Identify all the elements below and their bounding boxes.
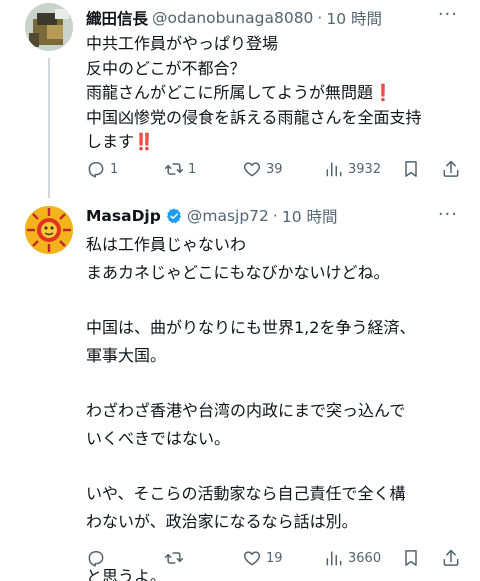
timestamp[interactable]: 10 時間 — [326, 7, 382, 29]
reply-icon — [88, 551, 104, 567]
display-name[interactable]: 織田信長 — [86, 7, 148, 29]
views-count: 3660 — [348, 550, 382, 566]
share-button[interactable] — [441, 547, 461, 569]
reply-button[interactable]: 1 — [86, 158, 118, 180]
like-icon — [243, 551, 261, 566]
tweet-text: 私は工作員じゃないわ まあカネじゃどこにもなびかないけどね。 中国は、曲がりなり… — [86, 231, 462, 581]
tweet-line: 反中のどこが不都合？ — [86, 58, 246, 78]
like-icon — [243, 162, 261, 177]
timestamp[interactable]: 10 時間 — [282, 205, 338, 227]
tweet-line — [86, 453, 462, 481]
views-count: 3932 — [348, 161, 382, 177]
thread-line — [48, 58, 50, 198]
reply-button[interactable] — [86, 547, 110, 569]
tweet-line — [86, 286, 462, 314]
views-icon — [326, 551, 342, 566]
like-button[interactable]: 19 — [242, 547, 283, 569]
tweet-line: 中共工作員がやっぱり登場 — [86, 34, 279, 53]
tweet[interactable]: 織田信長 @odanobunaga8080 · 10 時間 ··· 中共工作員が… — [0, 0, 480, 198]
like-count: 39 — [266, 161, 283, 177]
separator: · — [317, 9, 323, 27]
avatar[interactable] — [25, 206, 73, 254]
share-icon — [443, 160, 459, 177]
tweet-line: まあカネじゃどこにもなびかないけどね。 — [86, 262, 390, 282]
action-bar: 19 3660 — [86, 547, 459, 571]
tweet-line: 軍事大国。 — [86, 345, 167, 365]
reply-count: 1 — [110, 161, 119, 177]
views-icon — [326, 162, 342, 177]
views-button[interactable]: 3932 — [324, 158, 381, 180]
like-count: 19 — [266, 550, 283, 566]
tweet-line: 雨龍さんがどこに所属してようが無問題❗ — [86, 83, 393, 102]
handle[interactable]: @odanobunaga8080 — [152, 9, 313, 27]
tweet-line: わざわざ香港や台湾の内政にまで突っ込んで — [86, 401, 406, 421]
more-icon[interactable]: ··· — [438, 4, 458, 25]
avatar[interactable] — [25, 3, 73, 51]
avatar-image — [25, 206, 73, 254]
avatar-image — [25, 3, 73, 51]
reply-icon — [88, 162, 104, 178]
handle[interactable]: @masjp72 — [187, 207, 269, 225]
separator: · — [272, 207, 278, 225]
share-button[interactable] — [441, 158, 461, 180]
retweet-icon — [164, 163, 184, 175]
tweet-line: します‼️ — [86, 132, 154, 151]
double-exclamation-emoji: ‼️ — [134, 132, 154, 151]
tweet-line: 私は工作員じゃないわ — [86, 235, 247, 254]
tweet-text: 中共工作員がやっぱり登場 反中のどこが不都合？ 雨龍さんがどこに所属してようが無… — [86, 32, 462, 155]
bookmark-icon — [405, 161, 417, 177]
share-icon — [443, 549, 459, 566]
tweet-line — [86, 370, 462, 398]
verified-badge-icon — [166, 208, 181, 224]
retweet-button[interactable]: 1 — [164, 158, 196, 180]
tweet-line: いや、そこらの活動家なら自己責任で全く構 — [86, 484, 406, 504]
bookmark-icon — [405, 550, 417, 566]
tweet-line: わないが、政治家になるなら話は別。 — [86, 511, 358, 531]
retweet-button[interactable] — [164, 547, 188, 569]
tweet[interactable]: MasaDjp @masjp72 · 10 時間 ··· 私は工作員じゃないわ … — [0, 196, 480, 581]
tweet-line: いくべきではない。 — [86, 428, 231, 448]
tweet-header: 織田信長 @odanobunaga8080 · 10 時間 — [86, 7, 382, 29]
retweet-icon — [164, 552, 184, 564]
like-button[interactable]: 39 — [242, 158, 283, 180]
bookmark-button[interactable] — [401, 158, 421, 180]
tweet-line: 中国凶惨党の侵食を訴える雨龍さんを全面支持 — [86, 107, 422, 127]
views-button[interactable]: 3660 — [324, 547, 381, 569]
tweet-header: MasaDjp @masjp72 · 10 時間 — [86, 205, 337, 227]
action-bar: 1 1 39 3932 — [86, 158, 459, 182]
tweet-line: 中国は、曲がりなりにも世界1,2を争う経済、 — [86, 318, 416, 338]
display-name[interactable]: MasaDjp — [86, 207, 161, 225]
bookmark-button[interactable] — [401, 547, 421, 569]
retweet-count: 1 — [188, 161, 197, 177]
more-icon[interactable]: ··· — [438, 204, 458, 225]
exclamation-emoji: ❗ — [373, 83, 393, 102]
